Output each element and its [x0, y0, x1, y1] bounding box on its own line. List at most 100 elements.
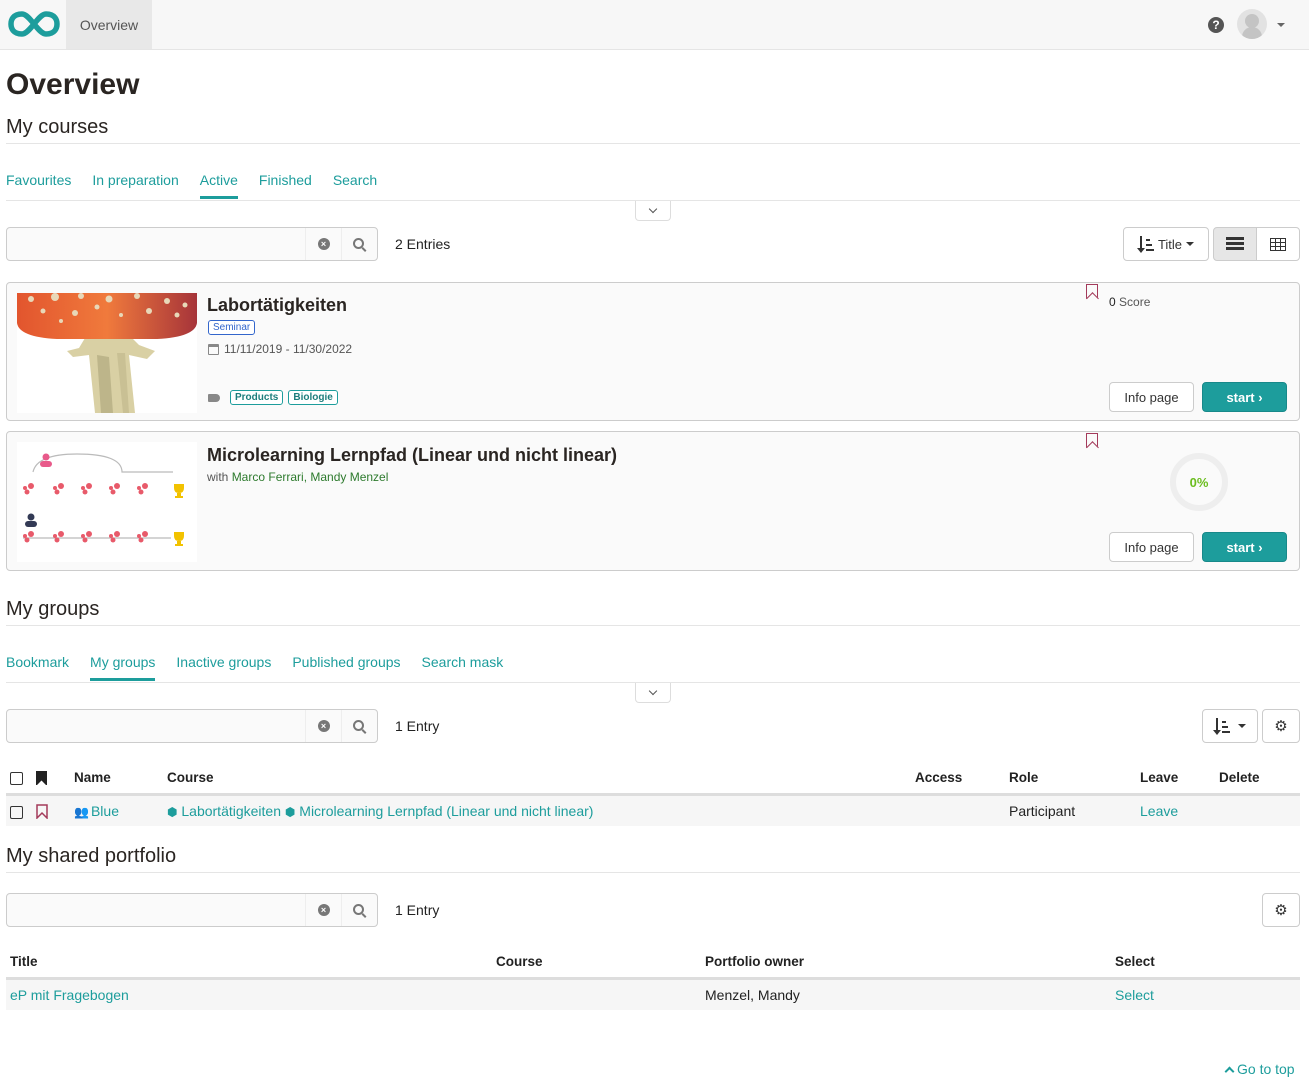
filter-toggle-button[interactable]: [635, 683, 671, 703]
logo-icon[interactable]: [8, 10, 60, 38]
clear-search-button[interactable]: ×: [305, 710, 341, 742]
select-link[interactable]: Select: [1115, 987, 1154, 1003]
group-name-cell: 👥 Blue: [70, 794, 163, 826]
tab-favourites[interactable]: Favourites: [6, 172, 71, 198]
page-title: Overview: [6, 68, 140, 101]
portfolio-title-link[interactable]: eP mit Fragebogen: [10, 987, 129, 1003]
portfolio-table: Title Course Portfolio owner Select eP m…: [6, 946, 1300, 1010]
courses-section-title: My courses: [6, 116, 109, 138]
column-header-name[interactable]: Name: [70, 762, 163, 796]
search-button[interactable]: [341, 710, 377, 742]
row-checkbox[interactable]: [10, 805, 23, 819]
list-icon: [1226, 237, 1244, 251]
row-bookmark-cell: [32, 794, 70, 826]
course-link-label: Labortätigkeiten: [181, 802, 282, 819]
list-view-button[interactable]: [1213, 227, 1257, 261]
groups-search-input[interactable]: [7, 710, 305, 742]
clear-search-button[interactable]: ×: [305, 894, 341, 926]
sort-button[interactable]: Title: [1123, 227, 1209, 261]
column-header-access[interactable]: Access: [911, 762, 1005, 796]
portfolio-search-input[interactable]: [7, 894, 305, 926]
start-button[interactable]: start ›: [1202, 382, 1287, 412]
column-header-select: Select: [1111, 946, 1300, 980]
bookmark-icon[interactable]: [1086, 284, 1098, 299]
course-title[interactable]: Microlearning Lernpfad (Linear und nicht…: [207, 445, 617, 466]
bookmark-header: [32, 762, 70, 796]
tab-in-preparation[interactable]: In preparation: [92, 172, 178, 198]
go-to-top-link[interactable]: Go to top: [1224, 1061, 1295, 1077]
select-all-checkbox[interactable]: [10, 771, 23, 785]
course-tags: Products Biologie: [208, 390, 338, 405]
course-date-text: 11/11/2019 - 11/30/2022: [224, 342, 353, 356]
divider: [6, 872, 1300, 873]
column-header-title[interactable]: Title: [6, 946, 492, 980]
tab-inactive-groups[interactable]: Inactive groups: [176, 654, 271, 680]
courses-tabs: Favourites In preparation Active Finishe…: [6, 172, 398, 199]
calendar-icon: [208, 343, 219, 355]
mushroom-image: [17, 293, 197, 413]
group-link[interactable]: 👥 Blue: [74, 803, 119, 819]
column-header-portfolio-owner[interactable]: Portfolio owner: [701, 946, 1111, 980]
top-navbar: Overview ?: [0, 0, 1309, 50]
info-page-button[interactable]: Info page: [1109, 382, 1194, 412]
portfolio-section-title: My shared portfolio: [6, 845, 177, 867]
clear-icon: ×: [317, 720, 330, 732]
course-score: 0 Score: [1109, 295, 1150, 309]
nav-tab-overview[interactable]: Overview: [66, 0, 152, 49]
course-thumbnail[interactable]: [17, 293, 197, 413]
table-settings-button[interactable]: ⚙: [1262, 893, 1300, 927]
tag[interactable]: Biologie: [288, 390, 338, 405]
start-button[interactable]: start ›: [1202, 532, 1287, 562]
course-date: 11/11/2019 - 11/30/2022: [208, 342, 352, 356]
user-menu-caret-icon[interactable]: [1277, 23, 1285, 27]
course-link[interactable]: ⬢ Labortätigkeiten: [167, 803, 281, 819]
sort-button[interactable]: [1202, 709, 1258, 743]
course-link[interactable]: ⬢ Microlearning Lernpfad (Linear und nic…: [285, 803, 594, 819]
tab-bookmark[interactable]: Bookmark: [6, 654, 69, 680]
leave-link[interactable]: Leave: [1140, 803, 1178, 819]
column-header-role[interactable]: Role: [1005, 762, 1136, 796]
column-header-delete: Delete: [1215, 762, 1300, 796]
search-icon: [353, 237, 364, 249]
help-icon[interactable]: ?: [1208, 17, 1224, 33]
clear-search-button[interactable]: ×: [305, 228, 341, 260]
search-icon: [353, 903, 364, 915]
course-card: Microlearning Lernpfad (Linear und nicht…: [6, 431, 1300, 571]
tab-search-mask[interactable]: Search mask: [422, 654, 504, 680]
groups-tabs: Bookmark My groups Inactive groups Publi…: [6, 654, 524, 681]
course-card: Labortätigkeiten Seminar 11/11/2019 - 11…: [6, 282, 1300, 421]
tab-active[interactable]: Active: [199, 172, 239, 199]
column-header-leave: Leave: [1136, 762, 1215, 796]
tab-published-groups[interactable]: Published groups: [292, 654, 400, 680]
tab-finished[interactable]: Finished: [259, 172, 312, 198]
go-to-top-label: Go to top: [1237, 1061, 1295, 1077]
table-view-button[interactable]: [1256, 227, 1300, 261]
courses-search-input[interactable]: [7, 228, 305, 260]
filter-toggle-button[interactable]: [635, 201, 671, 221]
chevron-down-icon: [648, 686, 658, 695]
row-select-cell: [6, 794, 32, 826]
tab-my-groups[interactable]: My groups: [90, 654, 156, 681]
learning-path-image: [23, 453, 184, 546]
course-thumbnail[interactable]: [17, 442, 197, 562]
column-header-course[interactable]: Course: [492, 946, 701, 980]
bookmark-icon[interactable]: [1086, 433, 1098, 448]
with-label: with: [207, 470, 229, 484]
tab-search[interactable]: Search: [333, 172, 377, 198]
tag[interactable]: Products: [230, 390, 284, 405]
search-button[interactable]: [341, 228, 377, 260]
info-page-button[interactable]: Info page: [1109, 532, 1194, 562]
table-settings-button[interactable]: ⚙: [1262, 709, 1300, 743]
search-button[interactable]: [341, 894, 377, 926]
score-value: 0: [1109, 295, 1116, 309]
column-header-course[interactable]: Course: [163, 762, 911, 796]
course-authors: with Marco Ferrari, Mandy Menzel: [207, 470, 388, 484]
bookmark-icon[interactable]: [36, 804, 48, 820]
portfolio-owner-cell: Menzel, Mandy: [701, 978, 1111, 1010]
sort-icon: [1136, 236, 1154, 253]
avatar[interactable]: [1237, 9, 1267, 39]
course-title[interactable]: Labortätigkeiten: [207, 295, 347, 316]
divider: [6, 143, 1300, 144]
sort-icon: [1213, 718, 1230, 735]
tags-icon: [208, 393, 220, 402]
